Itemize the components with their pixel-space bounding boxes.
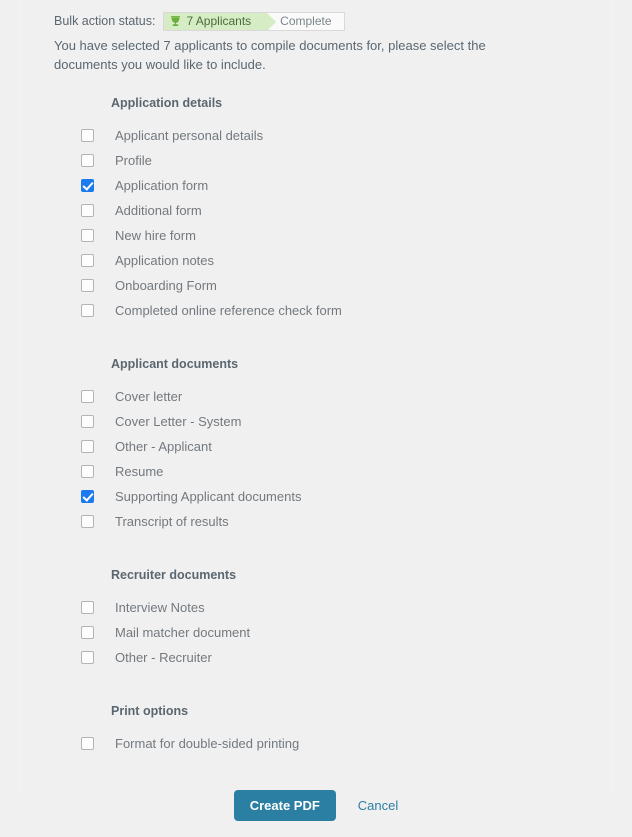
- checkbox-additional-form[interactable]: [81, 204, 94, 217]
- option-row[interactable]: Completed online reference check form: [20, 298, 612, 323]
- option-label: Interview Notes: [115, 600, 205, 615]
- option-label: Application notes: [115, 253, 215, 268]
- section-title: Print options: [111, 704, 189, 718]
- section-title: Application details: [111, 96, 223, 110]
- breadcrumb: 7 Applicants Complete: [163, 11, 345, 31]
- trophy-icon: [170, 15, 181, 27]
- checkbox-mail-matcher-document[interactable]: [81, 626, 94, 639]
- option-row[interactable]: Profile: [20, 148, 612, 173]
- checkbox-applicant-personal-details[interactable]: [81, 129, 94, 142]
- option-label: Other - Recruiter: [115, 650, 212, 665]
- checkbox-supporting-applicant-documents[interactable]: [81, 490, 94, 503]
- breadcrumb-step-applicants[interactable]: 7 Applicants: [164, 12, 276, 31]
- option-row[interactable]: Resume: [20, 459, 612, 484]
- option-row[interactable]: New hire form: [20, 223, 612, 248]
- option-label: Additional form: [115, 203, 202, 218]
- option-row[interactable]: Other - Applicant: [20, 434, 612, 459]
- section-application-details: Application details Applicant personal d…: [20, 96, 612, 323]
- checkbox-completed-online-reference-check-form[interactable]: [81, 304, 94, 317]
- section-title: Recruiter documents: [111, 568, 237, 582]
- option-row[interactable]: Applicant personal details: [20, 123, 612, 148]
- option-row[interactable]: Mail matcher document: [20, 620, 612, 645]
- option-label: Other - Applicant: [115, 439, 212, 454]
- checkbox-profile[interactable]: [81, 154, 94, 167]
- option-label: Completed online reference check form: [115, 303, 342, 318]
- bulk-action-status-label: Bulk action status:: [54, 14, 156, 28]
- option-label: Resume: [115, 464, 164, 479]
- option-row[interactable]: Format for double-sided printing: [20, 731, 612, 756]
- option-label: Cover letter: [115, 389, 183, 404]
- cancel-link[interactable]: Cancel: [358, 798, 398, 813]
- breadcrumb-step-label: 7 Applicants: [186, 14, 252, 28]
- checkbox-resume[interactable]: [81, 465, 94, 478]
- checkbox-new-hire-form[interactable]: [81, 229, 94, 242]
- bulk-document-compile-page: Bulk action status: 7 Applicants Complet…: [0, 0, 632, 821]
- option-label: Application form: [115, 178, 209, 193]
- option-row[interactable]: Interview Notes: [20, 595, 612, 620]
- document-sections: Application details Applicant personal d…: [20, 96, 612, 756]
- checkbox-format-for-double-sided-printing[interactable]: [81, 737, 94, 750]
- checkbox-interview-notes[interactable]: [81, 601, 94, 614]
- option-label: Format for double-sided printing: [115, 736, 300, 751]
- option-row[interactable]: Cover letter: [20, 384, 612, 409]
- option-label: Mail matcher document: [115, 625, 251, 640]
- checkbox-application-form[interactable]: [81, 179, 94, 192]
- option-label: Applicant personal details: [115, 128, 264, 143]
- breadcrumb-step-complete[interactable]: Complete: [276, 13, 343, 30]
- breadcrumb-step-label: Complete: [280, 14, 332, 28]
- section-applicant-documents: Applicant documents Cover letter Cover L…: [20, 357, 612, 534]
- section-recruiter-documents: Recruiter documents Interview Notes Mail…: [20, 568, 612, 670]
- bulk-action-status-row: Bulk action status: 7 Applicants Complet…: [20, 0, 612, 34]
- form-actions: Create PDF Cancel: [20, 790, 612, 837]
- option-row[interactable]: Additional form: [20, 198, 612, 223]
- option-label: New hire form: [115, 228, 196, 243]
- option-label: Transcript of results: [115, 514, 229, 529]
- checkbox-cover-letter-system[interactable]: [81, 415, 94, 428]
- option-row[interactable]: Transcript of results: [20, 509, 612, 534]
- checkbox-application-notes[interactable]: [81, 254, 94, 267]
- checkbox-other-applicant[interactable]: [81, 440, 94, 453]
- checkbox-onboarding-form[interactable]: [81, 279, 94, 292]
- intro-text: You have selected 7 applicants to compil…: [54, 38, 486, 72]
- option-label: Onboarding Form: [115, 278, 217, 293]
- option-row[interactable]: Application form: [20, 173, 612, 198]
- page-content: Bulk action status: 7 Applicants Complet…: [0, 0, 632, 837]
- option-row[interactable]: Other - Recruiter: [20, 645, 612, 670]
- checkbox-other-recruiter[interactable]: [81, 651, 94, 664]
- option-row[interactable]: Supporting Applicant documents: [20, 484, 612, 509]
- option-label: Cover Letter - System: [115, 414, 242, 429]
- option-label: Profile: [115, 153, 152, 168]
- section-title: Applicant documents: [111, 357, 239, 371]
- option-row[interactable]: Cover Letter - System: [20, 409, 612, 434]
- checkbox-transcript-of-results[interactable]: [81, 515, 94, 528]
- section-print-options: Print options Format for double-sided pr…: [20, 704, 612, 756]
- option-label: Supporting Applicant documents: [115, 489, 302, 504]
- option-row[interactable]: Onboarding Form: [20, 273, 612, 298]
- option-row[interactable]: Application notes: [20, 248, 612, 273]
- checkbox-cover-letter[interactable]: [81, 390, 94, 403]
